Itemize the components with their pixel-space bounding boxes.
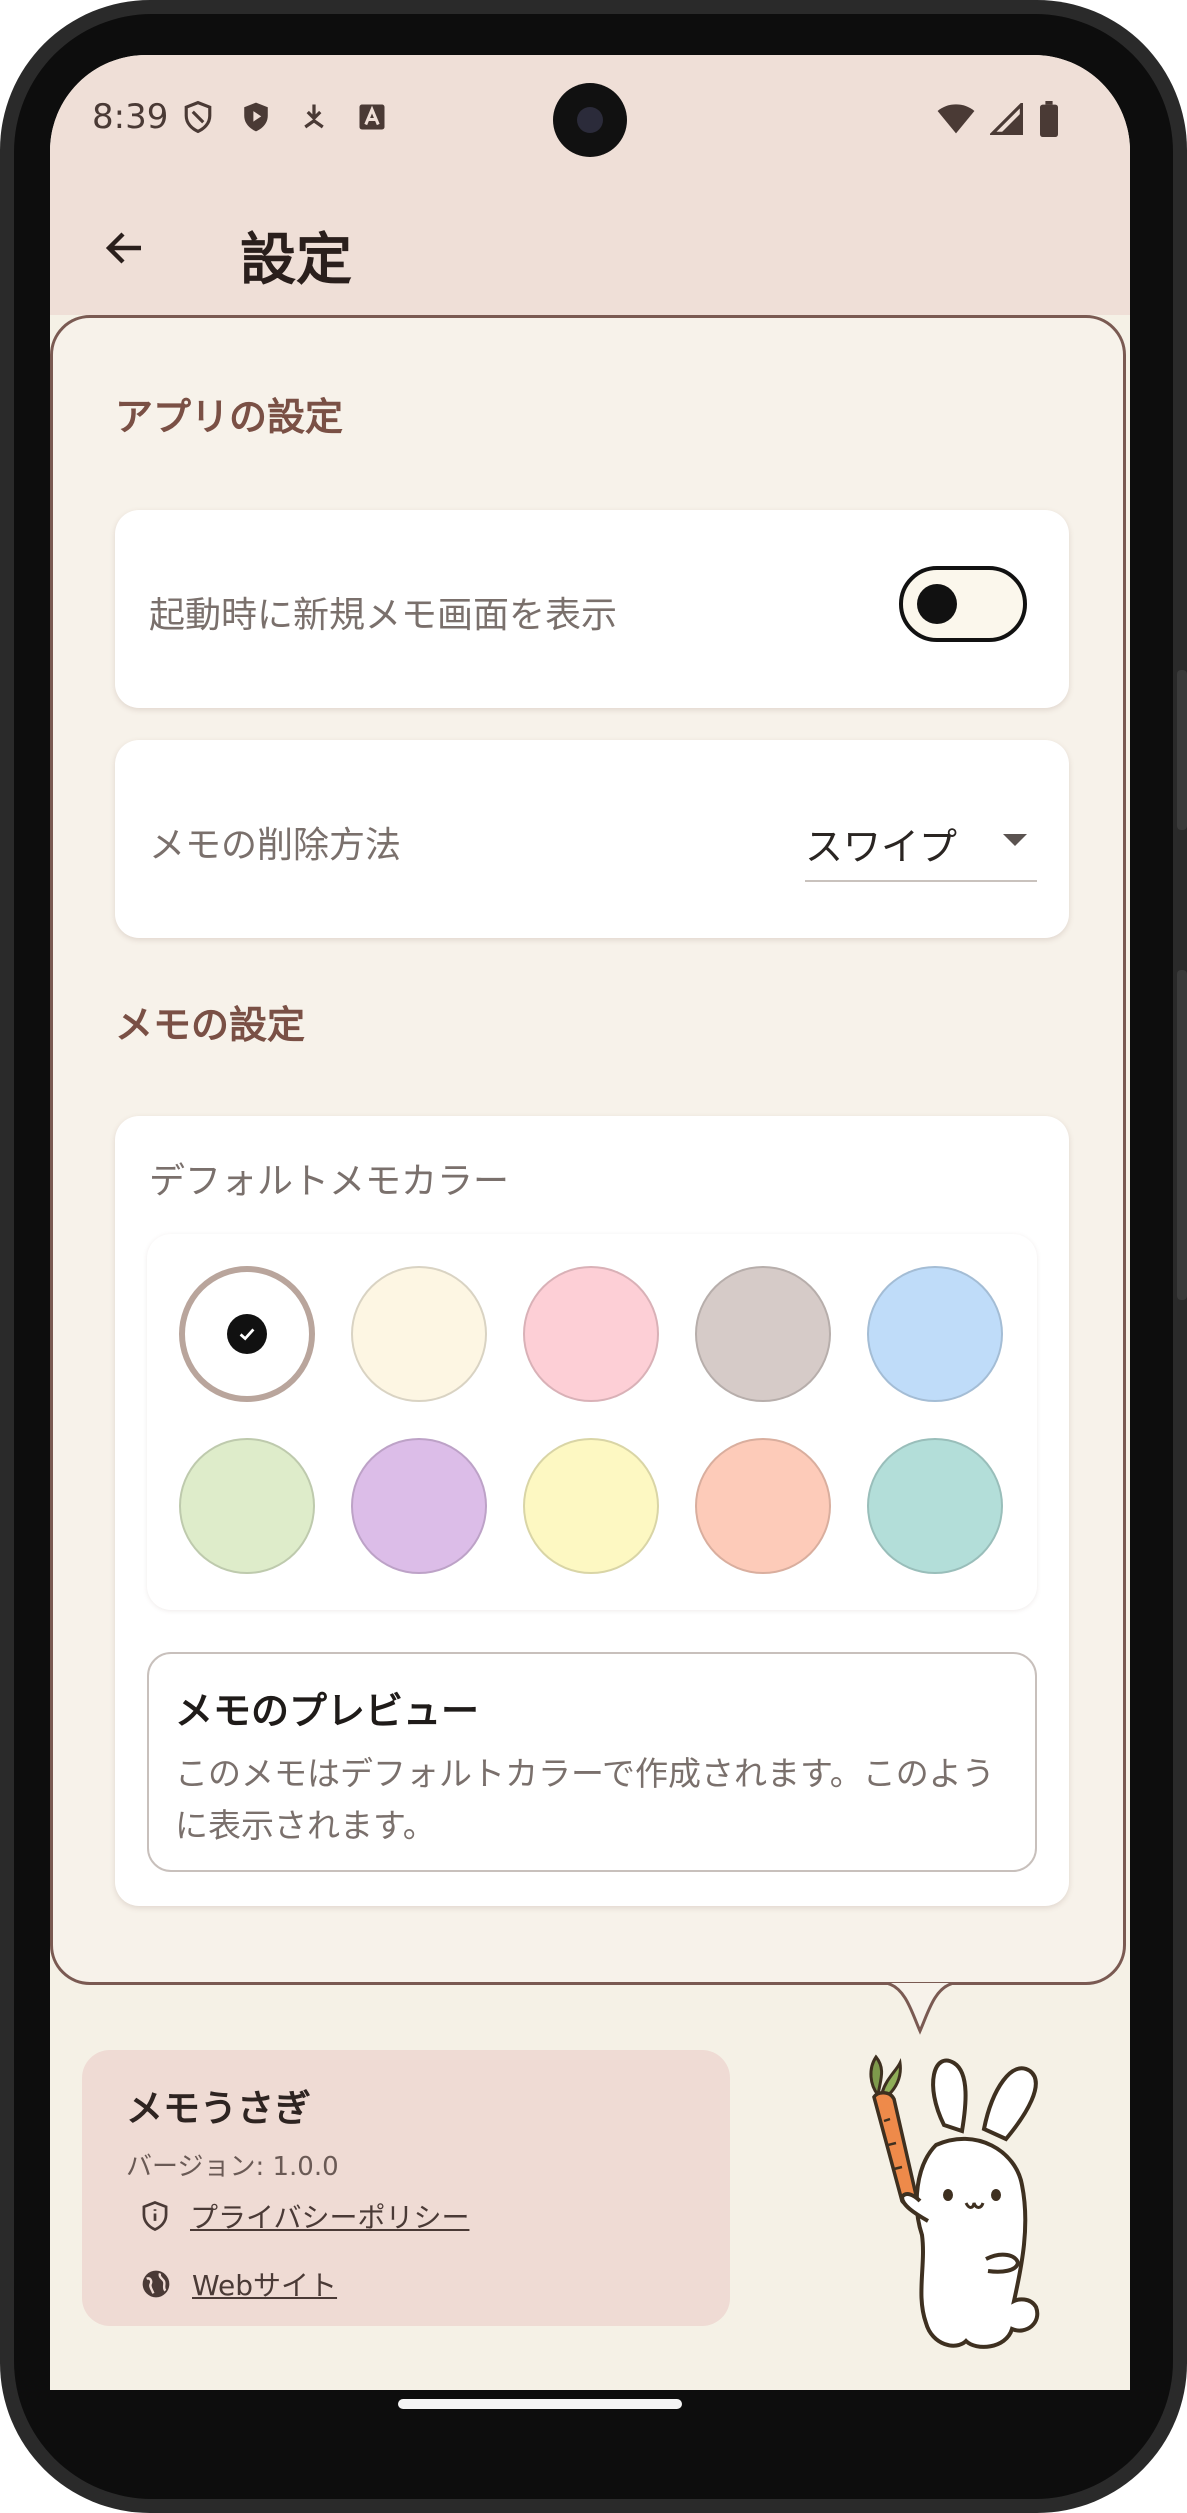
bubble-tail [888,1983,952,2035]
status-system-icons [936,101,1060,137]
privacy-policy-link[interactable]: プライバシーポリシー [140,2196,469,2236]
startup-toggle-switch[interactable] [899,566,1027,642]
about-card: メモうさぎ バージョン: 1.0.0 プライバシーポリシー Webサイト [82,2050,730,2326]
color-palette [147,1234,1037,1610]
globe-icon [142,2270,170,2298]
check-icon [227,1314,267,1354]
settings-panel: アプリの設定 起動時に新規メモ画面を表示 メモの削除方法 スワイプ メモの設定 … [50,315,1126,1985]
section-title-app-settings: アプリの設定 [115,395,344,439]
screen: 8:39 設定 アプリの設定 起動時に新規メモ画面を表示 メモの削除方法 スワイ… [50,55,1130,2390]
rabbit-mascot-illustration [869,2054,1040,2349]
color-swatch[interactable] [867,1266,1003,1402]
privacy-policy-label: プライバシーポリシー [190,2201,470,2234]
page-title: 設定 [240,228,352,293]
status-notification-icons [180,99,390,135]
delete-method-value: スワイプ [805,825,958,869]
status-time: 8:39 [92,97,169,137]
default-color-label: デフォルトメモカラー [149,1161,510,1202]
front-camera [553,83,627,157]
app-bar: 設定 [50,185,1130,315]
status-bar: 8:39 [50,55,1130,185]
wifi-icon [937,104,975,134]
font-a-icon [354,99,390,135]
default-color-card: デフォルトメモカラー メモのプレビュー このメモはデフォルトカラーで作成されます… [115,1116,1069,1906]
color-swatch[interactable] [179,1438,315,1574]
shield-play-icon [238,99,274,135]
power-button [1177,970,1187,1300]
signal-icon [990,103,1023,135]
delete-method-label: メモの削除方法 [149,825,402,866]
preview-title: メモのプレビュー [175,1689,480,1733]
website-label: Webサイト [192,2269,338,2302]
startup-setting-card: 起動時に新規メモ画面を表示 [115,510,1069,708]
section-title-memo-settings: メモの設定 [115,1003,306,1047]
home-gesture-bar[interactable] [398,2399,682,2409]
delete-method-dropdown[interactable]: スワイプ [805,806,1037,882]
back-button[interactable] [90,213,160,283]
download-sync-icon [296,99,332,135]
delete-method-card: メモの削除方法 スワイプ [115,740,1069,938]
battery-icon [1040,101,1058,137]
website-link[interactable]: Webサイト [140,2264,337,2304]
shield-info-icon [142,2201,168,2232]
color-swatch[interactable] [351,1438,487,1574]
startup-setting-label: 起動時に新規メモ画面を表示 [149,595,618,636]
color-swatch[interactable] [179,1266,315,1402]
color-swatch[interactable] [523,1266,659,1402]
arrow-back-icon [105,232,141,264]
color-swatch[interactable] [523,1438,659,1574]
preview-body: このメモはデフォルトカラーで作成されます。このように表示されます。 [175,1754,995,1845]
dropdown-arrow-icon [1003,834,1027,846]
memo-preview: メモのプレビュー このメモはデフォルトカラーで作成されます。このように表示されま… [147,1652,1037,1872]
shield-outline-icon [180,99,216,135]
color-swatch[interactable] [867,1438,1003,1574]
color-swatch[interactable] [695,1266,831,1402]
volume-button [1177,670,1187,830]
about-version: バージョン: 1.0.0 [126,2152,339,2182]
toggle-knob [917,584,957,624]
color-swatch[interactable] [695,1438,831,1574]
color-swatch[interactable] [351,1266,487,1402]
about-app-name: メモうさぎ [126,2087,311,2130]
